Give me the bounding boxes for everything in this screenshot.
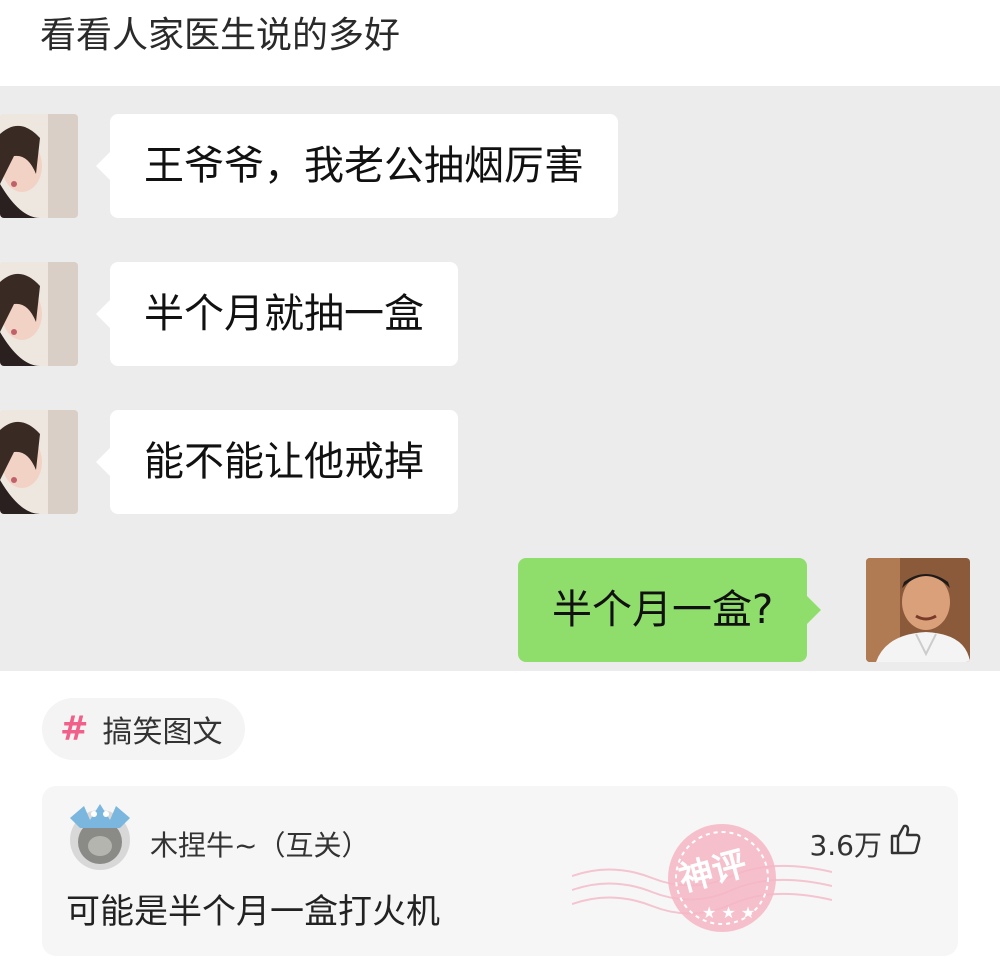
woman-avatar — [0, 114, 78, 218]
hot-comment: ★ ★ ★ 神评 木捏牛~（互关） 3.6万 可能是半个月一盒打火机 — [42, 786, 958, 956]
message-bubble: 王爷爷，我老公抽烟厉害 — [96, 114, 618, 218]
hot-comment-stamp-icon: ★ ★ ★ 神评 — [572, 806, 832, 956]
post-title: 看看人家医生说的多好 — [40, 15, 401, 56]
commenter-avatar[interactable] — [64, 800, 136, 872]
message-text: 王爷爷，我老公抽烟厉害 — [144, 143, 584, 189]
topic-label: 搞笑图文 — [102, 715, 223, 750]
doctor-avatar — [866, 558, 970, 662]
like-count: 3.6万 — [809, 829, 882, 862]
message-text: 半个月就抽一盒 — [144, 291, 424, 337]
thumbs-up-icon[interactable] — [888, 822, 922, 856]
comment-text: 可能是半个月一盒打火机 — [66, 892, 440, 932]
svg-text:★ ★ ★: ★ ★ ★ — [702, 903, 755, 922]
topic-tag[interactable]: # 搞笑图文 — [42, 698, 245, 760]
chat-screenshot: 王爷爷，我老公抽烟厉害 半个月就抽一盒 能不能让他戒掉 半个月一盒? — [0, 86, 1000, 671]
woman-avatar — [0, 262, 78, 366]
message-bubble: 能不能让他戒掉 — [96, 410, 458, 514]
message-text: 半个月一盒? — [552, 587, 774, 633]
message-text: 能不能让他戒掉 — [144, 439, 424, 485]
message-bubble: 半个月就抽一盒 — [96, 262, 458, 366]
message-bubble-outgoing: 半个月一盒? — [518, 558, 822, 662]
commenter-username[interactable]: 木捏牛~（互关） — [150, 824, 369, 864]
woman-avatar — [0, 410, 78, 514]
hashtag-icon: # — [60, 709, 89, 749]
